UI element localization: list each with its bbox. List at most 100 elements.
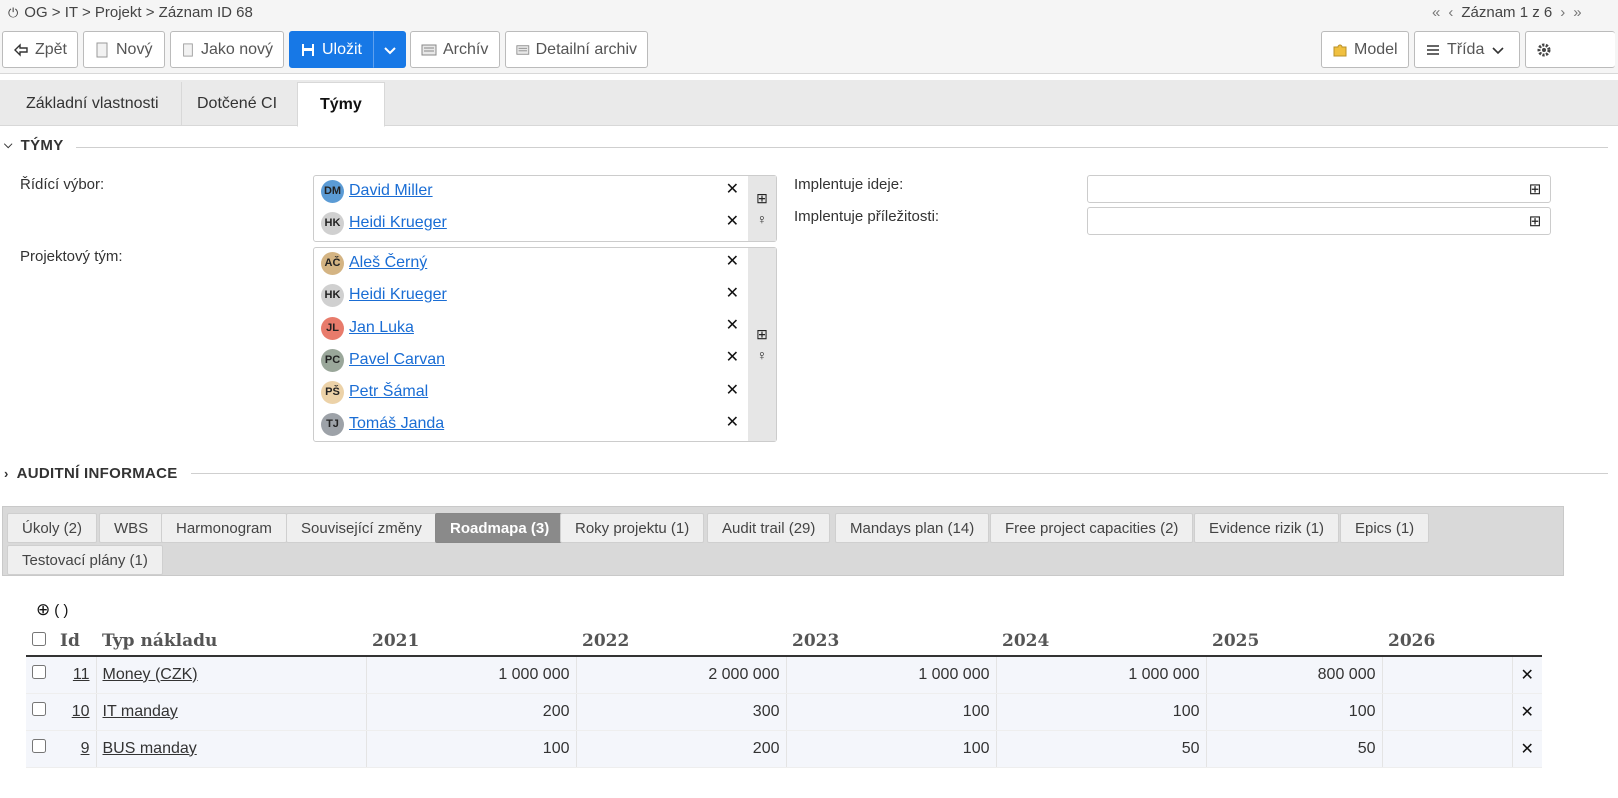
value-cell[interactable]: 200 (365, 693, 576, 731)
value-cell[interactable]: 1 000 000 (785, 656, 996, 694)
value-cell[interactable]: 300 (575, 693, 786, 731)
value-cell[interactable]: 1 000 000 (365, 656, 576, 694)
user-icon[interactable]: ♀ (757, 347, 768, 363)
value-cell[interactable]: 100 (995, 693, 1206, 731)
tab-roadmap[interactable]: Roadmapa (3) (435, 513, 565, 543)
column-header[interactable]: 2025 (1206, 626, 1382, 657)
implements-opportunities-input[interactable]: ⊞ (1087, 207, 1551, 235)
user-icon[interactable]: ♀ (757, 211, 768, 227)
person-link[interactable]: Jan Luka (349, 319, 414, 337)
cost-type-link[interactable]: BUS manday (95, 730, 366, 768)
tab-schedule[interactable]: Harmonogram (161, 513, 287, 543)
remove-icon[interactable]: ✕ (726, 347, 739, 367)
value-cell[interactable]: 50 (1205, 730, 1382, 768)
model-button[interactable]: Model (1321, 31, 1409, 68)
person-link[interactable]: Heidi Krueger (349, 214, 447, 232)
delete-icon[interactable]: ✕ (1511, 730, 1542, 768)
add-icon[interactable]: ⊞ (756, 190, 768, 207)
delete-icon[interactable]: ✕ (1511, 693, 1542, 731)
section-teams-header[interactable]: ⌵ TÝMY (4, 137, 64, 154)
value-cell[interactable]: 2 000 000 (575, 656, 786, 694)
column-header[interactable]: 2026 (1382, 626, 1512, 657)
person-link[interactable]: Tomáš Janda (349, 415, 444, 433)
person-link[interactable]: Aleš Černý (349, 254, 427, 272)
add-row-control[interactable]: ⊕ ( ) (36, 600, 68, 620)
tab-label: Úkoly (2) (22, 519, 83, 537)
breadcrumb-path[interactable]: OG > IT > Projekt > Záznam ID 68 (24, 4, 253, 21)
tab-related-changes[interactable]: Související změny (286, 513, 437, 543)
next-record-icon[interactable]: › (1560, 4, 1565, 21)
copy-as-new-button[interactable]: Jako nový (170, 31, 284, 68)
archive-button[interactable]: Archív (410, 31, 500, 68)
add-icon[interactable]: ⊞ (1520, 176, 1550, 202)
value-cell[interactable]: 100 (365, 730, 576, 768)
person-link[interactable]: Heidi Krueger (349, 286, 447, 304)
add-icon[interactable]: ⊞ (1520, 208, 1550, 234)
row-checkbox[interactable] (32, 665, 46, 680)
value-cell[interactable]: 100 (1205, 693, 1382, 731)
value-cell[interactable]: 100 (785, 730, 996, 768)
first-record-icon[interactable]: « (1432, 4, 1440, 21)
column-header[interactable]: 2021 (366, 626, 576, 657)
last-record-icon[interactable]: » (1573, 4, 1581, 21)
column-header[interactable]: 2022 (576, 626, 786, 657)
cost-type-link[interactable]: Money (CZK) (95, 656, 366, 694)
tab-test-plans[interactable]: Testovací plány (1) (7, 545, 163, 575)
save-options-dropdown[interactable] (373, 31, 406, 68)
value-cell[interactable]: 50 (995, 730, 1206, 768)
remove-icon[interactable]: ✕ (726, 283, 739, 303)
value-cell[interactable]: 800 000 (1205, 656, 1382, 694)
tab-mandays-plan[interactable]: Mandays plan (14) (835, 513, 990, 543)
value-cell[interactable] (1381, 730, 1512, 768)
back-button[interactable]: Zpět (2, 31, 78, 68)
remove-icon[interactable]: ✕ (726, 179, 739, 199)
cost-type-link[interactable]: IT manday (95, 693, 366, 731)
tab-audit-trail[interactable]: Audit trail (29) (707, 513, 831, 543)
remove-icon[interactable]: ✕ (726, 251, 739, 271)
section-audit-header[interactable]: › AUDITNÍ INFORMACE (4, 465, 178, 482)
person-link[interactable]: Pavel Carvan (349, 351, 445, 369)
tab-tasks[interactable]: Úkoly (2) (7, 513, 98, 543)
column-header[interactable]: Id (54, 626, 96, 657)
remove-icon[interactable]: ✕ (726, 380, 739, 400)
id-link[interactable]: 9 (54, 730, 96, 768)
implements-ideas-input[interactable]: ⊞ (1087, 175, 1551, 203)
value-cell[interactable]: 100 (785, 693, 996, 731)
detail-archive-button[interactable]: Detailní archiv (505, 31, 648, 68)
tab-teams[interactable]: Týmy (297, 82, 385, 127)
new-button[interactable]: Nový (83, 31, 165, 68)
save-button[interactable]: Uložit (289, 31, 373, 68)
tab-free-capacities[interactable]: Free project capacities (2) (990, 513, 1194, 543)
remove-icon[interactable]: ✕ (726, 211, 739, 231)
row-select-cell (26, 656, 54, 694)
value-cell[interactable] (1381, 656, 1512, 694)
class-dropdown-button[interactable]: Třída (1414, 31, 1520, 68)
row-checkbox[interactable] (32, 739, 46, 753)
person-link[interactable]: Petr Šámal (349, 383, 428, 401)
person-link[interactable]: David Miller (349, 182, 433, 200)
tab-project-years[interactable]: Roky projektu (1) (560, 513, 705, 543)
row-checkbox[interactable] (32, 702, 46, 716)
column-header[interactable]: Typ nákladu (96, 626, 366, 657)
tab-risks[interactable]: Evidence rizik (1) (1194, 513, 1340, 543)
id-link[interactable]: 11 (54, 656, 96, 694)
id-link[interactable]: 10 (54, 693, 96, 731)
column-header[interactable]: 2024 (996, 626, 1206, 657)
value-cell[interactable]: 1 000 000 (995, 656, 1206, 694)
prev-record-icon[interactable]: ‹ (1448, 4, 1453, 21)
remove-icon[interactable]: ✕ (726, 315, 739, 335)
home-icon[interactable]: ⏻ (8, 5, 18, 21)
tab-basic-properties[interactable]: Základní vlastnosti (4, 82, 182, 126)
delete-icon[interactable]: ✕ (1511, 656, 1542, 694)
add-icon[interactable]: ⊞ (756, 326, 768, 343)
remove-icon[interactable]: ✕ (726, 412, 739, 432)
column-header[interactable]: 2023 (786, 626, 996, 657)
settings-button[interactable] (1525, 31, 1615, 68)
tab-epics[interactable]: Epics (1) (1340, 513, 1430, 543)
select-all-checkbox[interactable] (32, 631, 46, 646)
tab-wbs[interactable]: WBS (99, 513, 164, 543)
value-cell[interactable] (1381, 693, 1512, 731)
tab-affected-ci[interactable]: Dotčené CI (175, 82, 301, 126)
add-circle-icon[interactable]: ⊕ (36, 600, 50, 620)
value-cell[interactable]: 200 (575, 730, 786, 768)
